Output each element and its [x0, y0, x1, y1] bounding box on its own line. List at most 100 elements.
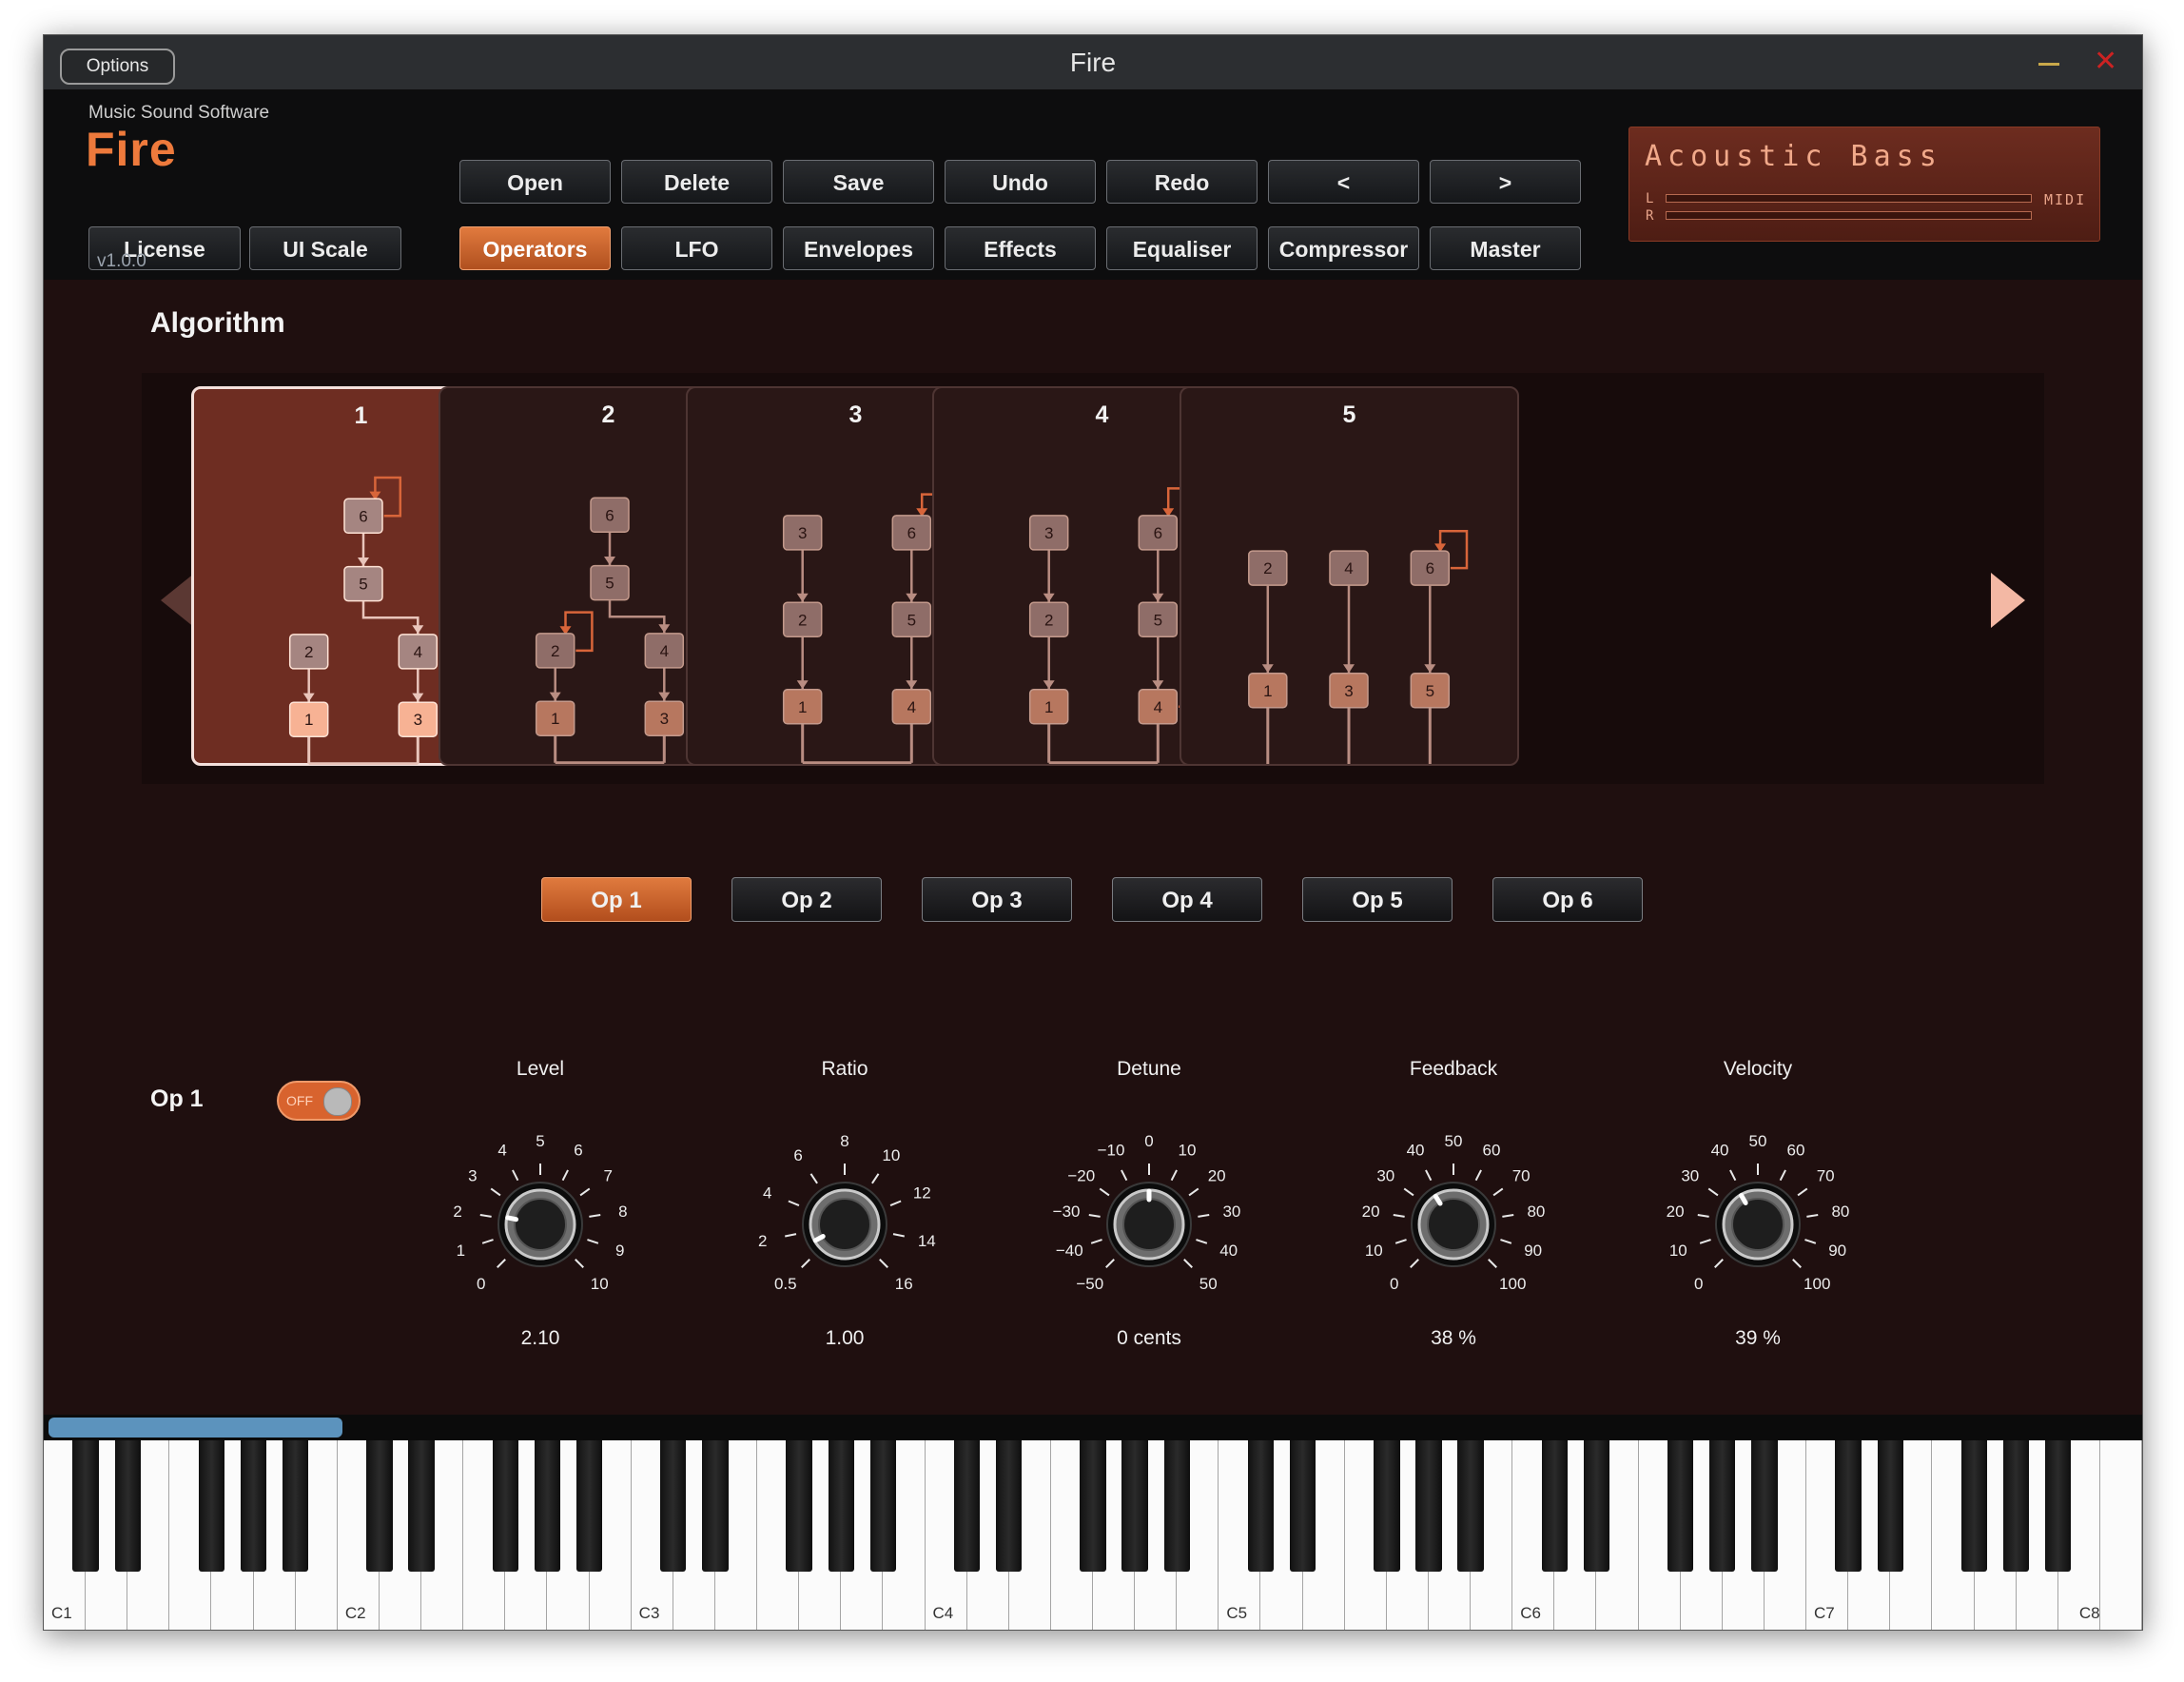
rotary-knob[interactable]: 01 2 3 4 5 6 7 8 9 10: [417, 1058, 664, 1324]
tab-effects[interactable]: Effects: [945, 226, 1096, 270]
black-key[interactable]: [786, 1440, 812, 1572]
black-key[interactable]: [1247, 1440, 1275, 1572]
knob-cap: [514, 1198, 567, 1251]
black-key[interactable]: [1583, 1440, 1610, 1572]
black-key[interactable]: [869, 1440, 897, 1572]
svg-text:2: 2: [1044, 611, 1053, 629]
black-key[interactable]: [114, 1440, 141, 1572]
black-key[interactable]: [660, 1440, 687, 1572]
black-key[interactable]: [1835, 1440, 1862, 1572]
knob-tick: [1105, 1259, 1115, 1268]
operator-enable-toggle[interactable]: OFF: [277, 1081, 361, 1121]
open-button[interactable]: Open: [459, 160, 611, 204]
link-arrow: [1424, 664, 1436, 674]
rotary-knob[interactable]: 0 10 20 30 40 50 60 70 80 90 100: [1634, 1058, 1882, 1324]
tab-envelopes[interactable]: Envelopes: [783, 226, 934, 270]
company-name: Music Sound Software: [88, 103, 270, 123]
svg-text:3: 3: [660, 710, 669, 728]
operator-node-3: 3: [782, 515, 823, 551]
save-button[interactable]: Save: [783, 160, 934, 204]
black-key[interactable]: [1121, 1440, 1148, 1572]
undo-button[interactable]: Undo: [945, 160, 1096, 204]
knob-cap: [1122, 1198, 1176, 1251]
black-key[interactable]: [492, 1440, 518, 1572]
black-key[interactable]: [1374, 1440, 1400, 1572]
op-button-4[interactable]: Op 4: [1112, 877, 1262, 922]
knob-tick: [1425, 1169, 1433, 1182]
knob-tick: [512, 1169, 519, 1182]
knob-value: 1.00: [825, 1327, 865, 1349]
knob-tick-label: 10: [882, 1146, 900, 1164]
minimize-icon[interactable]: [2038, 63, 2059, 66]
black-key[interactable]: [2045, 1440, 2072, 1572]
knob-tick: [1729, 1169, 1737, 1182]
white-key[interactable]: [2099, 1440, 2142, 1630]
keyboard-scroll-thumb[interactable]: [49, 1418, 342, 1438]
black-key[interactable]: [366, 1440, 393, 1572]
black-key[interactable]: [1415, 1440, 1442, 1572]
link-arrow: [549, 692, 561, 701]
algorithm-card-5[interactable]: 52 4 6 1 3 5: [1180, 386, 1519, 766]
chevron-right-icon[interactable]: [1989, 571, 2027, 630]
black-key[interactable]: [1667, 1440, 1694, 1572]
rotary-knob[interactable]: −50 −40 −30 −20−10 0 10 20 30 4050: [1025, 1058, 1273, 1324]
tab-operators[interactable]: Operators: [459, 226, 611, 270]
tab-master[interactable]: Master: [1430, 226, 1581, 270]
knob-tick-label: 14: [918, 1232, 936, 1250]
black-key[interactable]: [996, 1440, 1023, 1572]
black-key[interactable]: [2002, 1440, 2030, 1572]
close-icon[interactable]: ✕: [2094, 48, 2117, 76]
black-key[interactable]: [1751, 1440, 1778, 1572]
operator-node-4: 4: [891, 689, 932, 725]
black-key[interactable]: [1163, 1440, 1190, 1572]
knob-tick-label: 50: [1199, 1275, 1218, 1293]
tab-equaliser[interactable]: Equaliser: [1106, 226, 1258, 270]
black-key[interactable]: [283, 1440, 309, 1572]
black-key[interactable]: [702, 1440, 729, 1572]
op-button-6[interactable]: Op 6: [1492, 877, 1643, 922]
black-key[interactable]: [534, 1440, 561, 1572]
black-key[interactable]: [1541, 1440, 1568, 1572]
black-key[interactable]: [828, 1440, 854, 1572]
black-key[interactable]: [1457, 1440, 1484, 1572]
knob-value: 2.10: [520, 1327, 560, 1349]
black-key[interactable]: [198, 1440, 225, 1572]
operator-node-1: 1: [782, 689, 823, 725]
black-key[interactable]: [1877, 1440, 1903, 1572]
black-key[interactable]: [408, 1440, 435, 1572]
black-key[interactable]: [575, 1440, 603, 1572]
op-button-5[interactable]: Op 5: [1302, 877, 1453, 922]
black-key[interactable]: [72, 1440, 99, 1572]
rotary-knob[interactable]: 0.5 2 4 6 8 10 12 14 16: [721, 1058, 968, 1324]
tab-lfo[interactable]: LFO: [621, 226, 772, 270]
op-button-1[interactable]: Op 1: [541, 877, 692, 922]
rotary-knob[interactable]: 0 10 20 30 40 50 60 70 80 90 100: [1330, 1058, 1577, 1324]
op-button-3[interactable]: Op 3: [922, 877, 1072, 922]
redo-button[interactable]: Redo: [1106, 160, 1258, 204]
next-preset-button[interactable]: >: [1430, 160, 1581, 204]
black-key[interactable]: [1960, 1440, 1988, 1572]
piano-keyboard[interactable]: C1 C2 C3 C4 C5 C6 C7 C8: [44, 1440, 2142, 1630]
black-key[interactable]: [953, 1440, 981, 1572]
svg-text:3: 3: [1344, 682, 1353, 700]
svg-text:1: 1: [798, 698, 807, 716]
knob-tick: [1090, 1239, 1102, 1244]
knob-tick: [1806, 1214, 1819, 1218]
knob-tick-label: −40: [1056, 1242, 1083, 1260]
svg-text:5: 5: [907, 611, 916, 629]
black-key[interactable]: [1289, 1440, 1316, 1572]
knob-tick: [1121, 1169, 1128, 1182]
keyboard-scrollbar[interactable]: [44, 1415, 2142, 1440]
output-bus: [1047, 724, 1160, 764]
black-key[interactable]: [1709, 1440, 1736, 1572]
knob-tick-label: 60: [1786, 1142, 1804, 1160]
previous-preset-button[interactable]: <: [1268, 160, 1419, 204]
knob-tick-label: 1: [457, 1242, 465, 1260]
delete-button[interactable]: Delete: [621, 160, 772, 204]
knob-feedback: Feedback 0 10 20 30 40 50 60 70 80 90 100 38 %: [1330, 1058, 1577, 1372]
tab-compressor[interactable]: Compressor: [1268, 226, 1419, 270]
black-key[interactable]: [1080, 1440, 1106, 1572]
black-key[interactable]: [240, 1440, 267, 1572]
op-button-2[interactable]: Op 2: [731, 877, 882, 922]
ui-scale-button[interactable]: UI Scale: [249, 226, 401, 270]
